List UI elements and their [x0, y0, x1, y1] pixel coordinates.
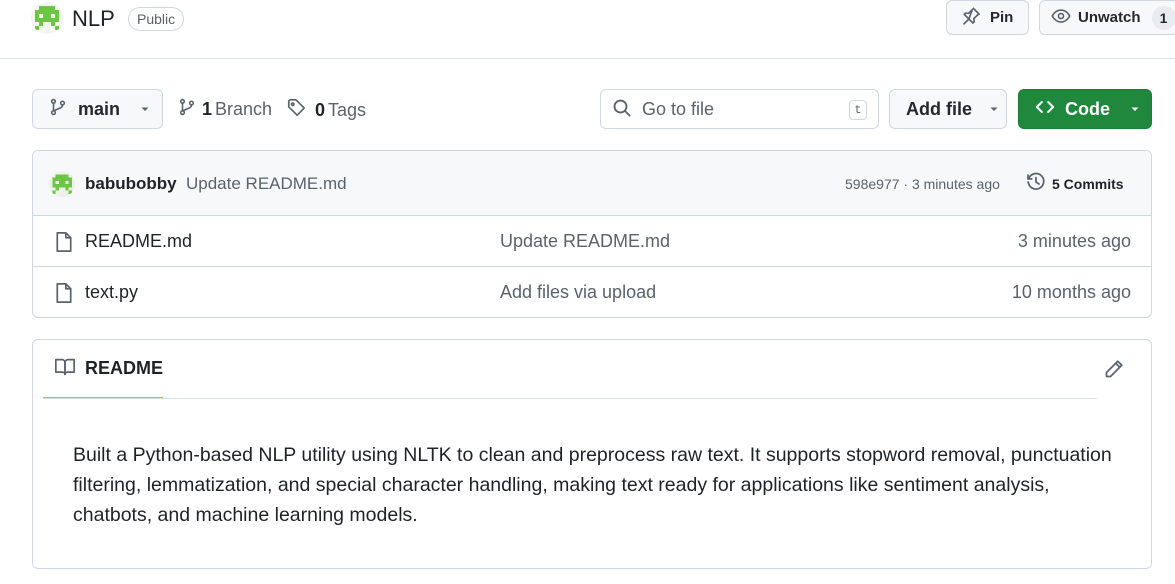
add-file-label: Add file	[906, 98, 972, 119]
visibility-badge: Public	[128, 7, 185, 31]
watch-label: Unwatch	[1078, 9, 1141, 26]
repo-header: NLP Public Pin Unwatch 1	[0, 0, 1175, 59]
readme-panel: README Built a Python-based NLP utility …	[32, 339, 1152, 569]
tab-readme[interactable]: README	[43, 340, 163, 399]
chevron-down-icon	[988, 99, 1000, 120]
readme-tab-label: README	[85, 358, 164, 378]
file-name[interactable]: text.py	[85, 282, 138, 303]
branches-label: Branch	[215, 99, 273, 119]
latest-commit-bar: babubobby Update README.md 598e977 · 3 m…	[33, 151, 1151, 216]
commits-link[interactable]: 5 Commits	[1026, 172, 1124, 195]
file-commit-message[interactable]: Add files via upload	[500, 282, 656, 303]
file-icon	[54, 282, 74, 307]
chevron-down-icon	[1129, 99, 1141, 120]
search-icon	[612, 98, 632, 121]
readme-divider	[43, 398, 1097, 399]
file-commit-message[interactable]: Update README.md	[500, 231, 670, 252]
file-updated-time: 3 minutes ago	[1017, 231, 1131, 251]
code-icon	[1035, 97, 1055, 122]
commit-author[interactable]: babubobby	[85, 174, 177, 194]
file-name[interactable]: README.md	[85, 231, 192, 252]
history-icon	[1026, 172, 1046, 195]
branch-selector[interactable]: main	[32, 89, 163, 129]
branches-link[interactable]: 1 Branch	[178, 98, 272, 121]
pin-label: Pin	[990, 9, 1014, 26]
book-icon	[54, 357, 76, 380]
commits-label: 5 Commits	[1052, 175, 1124, 192]
search-input[interactable]	[642, 98, 832, 120]
pencil-icon	[1104, 359, 1124, 382]
pin-icon	[961, 6, 981, 30]
watch-count: 1	[1151, 5, 1175, 30]
table-row: README.md Update README.md 3 minutes ago	[33, 216, 1151, 267]
watch-button[interactable]: Unwatch 1	[1039, 0, 1175, 35]
commit-hash-time[interactable]: 598e977 · 3 minutes ago	[845, 176, 1000, 192]
repo-owner-avatar[interactable]	[31, 2, 63, 34]
tags-link[interactable]: 0 Tags	[287, 98, 366, 122]
eye-icon	[1051, 6, 1071, 30]
repo-name[interactable]: NLP	[72, 6, 115, 32]
commit-message[interactable]: Update README.md	[186, 174, 347, 194]
file-icon	[54, 231, 74, 256]
tags-label: Tags	[328, 99, 367, 120]
code-button[interactable]: Code	[1018, 89, 1152, 129]
tags-count: 0	[315, 99, 326, 120]
table-row: text.py Add files via upload 10 months a…	[33, 267, 1151, 317]
file-updated-time: 10 months ago	[1011, 282, 1131, 302]
branches-count: 1	[202, 99, 213, 119]
avatar[interactable]	[49, 171, 75, 197]
chevron-down-icon	[139, 99, 151, 120]
pin-button[interactable]: Pin	[946, 0, 1029, 35]
git-branch-icon	[178, 98, 196, 121]
readme-content: Built a Python-based NLP utility using N…	[73, 444, 1112, 526]
add-file-button[interactable]: Add file	[889, 89, 1007, 129]
git-branch-icon	[49, 98, 67, 121]
search-shortcut-key: t	[849, 100, 867, 120]
go-to-file-search[interactable]: t	[600, 89, 879, 129]
file-browser: babubobby Update README.md 598e977 · 3 m…	[32, 150, 1152, 318]
branch-name: main	[78, 98, 121, 119]
code-label: Code	[1065, 98, 1110, 119]
edit-readme-button[interactable]	[1102, 358, 1126, 382]
tag-icon	[287, 98, 306, 122]
